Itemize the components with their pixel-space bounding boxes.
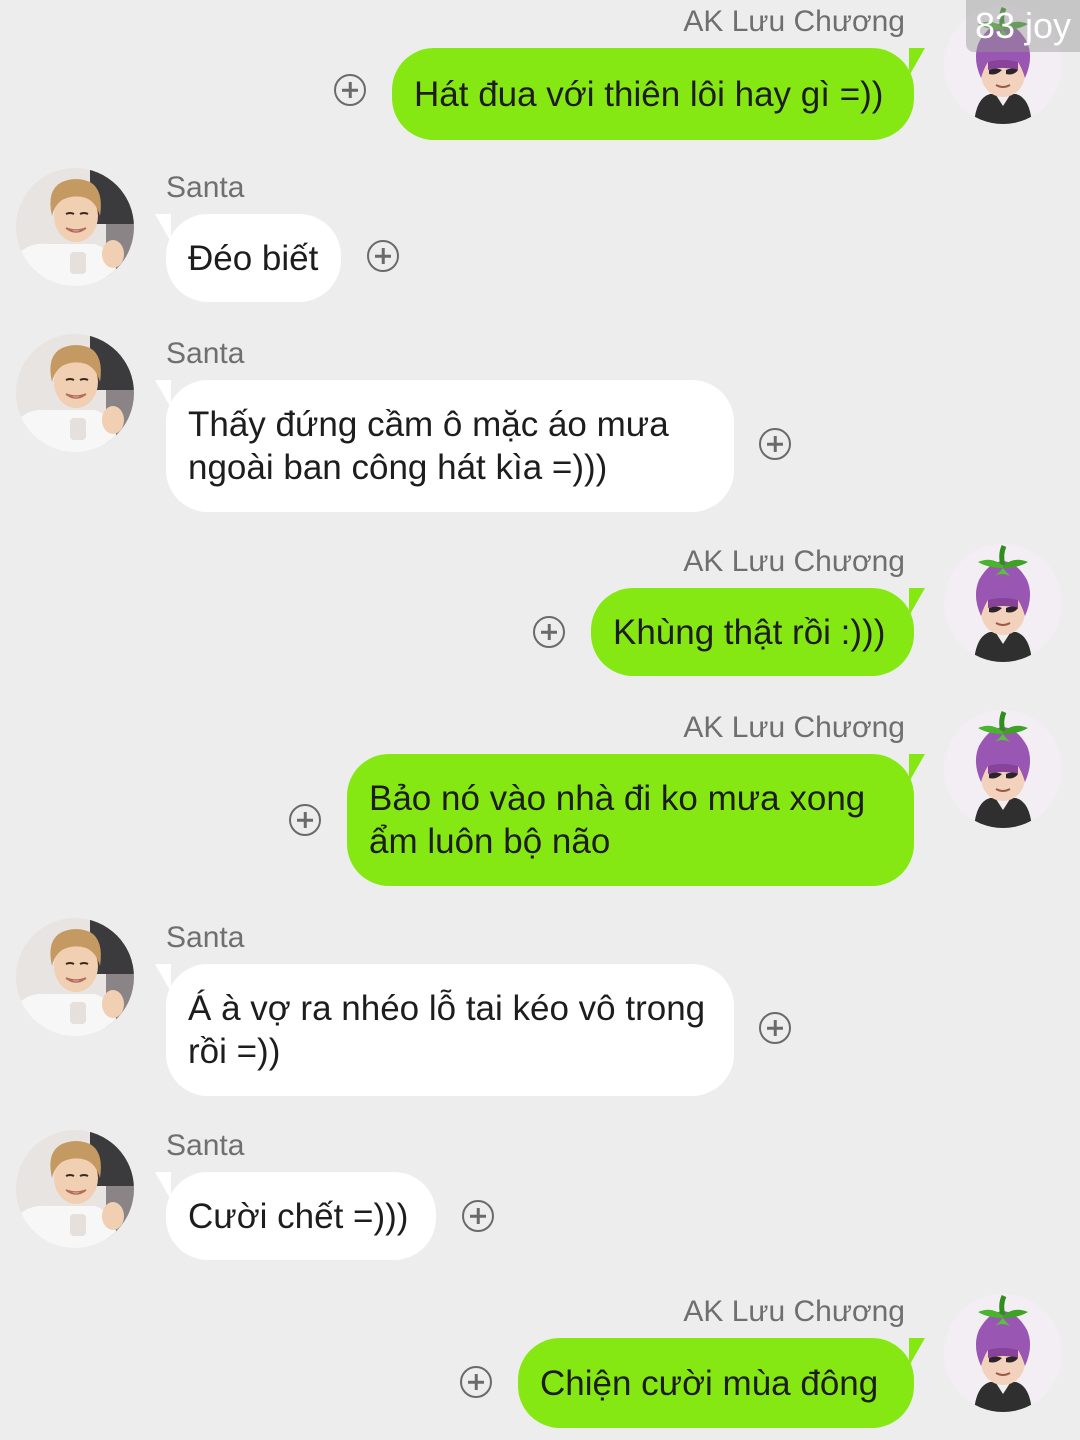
add-reaction-icon[interactable] xyxy=(533,616,565,648)
message-text: Á à vợ ra nhéo lỗ tai kéo vô trong rồi =… xyxy=(188,989,706,1071)
message-bubble[interactable]: Khùng thật rồi :))) xyxy=(591,588,925,676)
message-row: AK Lưu Chương Hát đua với thiên lôi hay … xyxy=(0,4,1080,144)
avatar[interactable] xyxy=(944,710,1062,828)
message-text: Cười chết =))) xyxy=(188,1196,409,1236)
sender-name: Santa xyxy=(166,171,245,204)
message-text: Hát đua với thiên lôi hay gì =)) xyxy=(414,74,884,114)
avatar[interactable] xyxy=(16,168,134,286)
message-text: Bảo nó vào nhà đi ko mưa xong ẩm luôn bộ… xyxy=(369,779,866,861)
sender-name: AK Lưu Chương xyxy=(683,711,905,744)
avatar[interactable] xyxy=(944,1294,1062,1412)
sender-name: AK Lưu Chương xyxy=(683,545,905,578)
message-text: Chiện cười mùa đông xyxy=(540,1363,879,1403)
sender-name: Santa xyxy=(166,921,245,954)
add-reaction-icon[interactable] xyxy=(759,428,791,460)
message-bubble[interactable]: Thấy đứng cầm ô mặc áo mưa ngoài ban côn… xyxy=(155,380,734,512)
message-row: Santa Thấy đứng cầm ô mặc áo mưa ngoài b… xyxy=(0,336,1080,516)
message-bubble[interactable]: Chiện cười mùa đông xyxy=(518,1338,925,1428)
message-row: Santa Đéo biết xyxy=(0,170,1080,310)
message-row: Santa Cười chết =))) xyxy=(0,1128,1080,1268)
add-reaction-icon[interactable] xyxy=(289,804,321,836)
message-row: Santa Á à vợ ra nhéo lỗ tai kéo vô trong… xyxy=(0,920,1080,1100)
add-reaction-icon[interactable] xyxy=(759,1012,791,1044)
message-row: AK Lưu Chương Bảo nó vào nhà đi ko mưa x… xyxy=(0,710,1080,890)
sender-name: Santa xyxy=(166,1129,245,1162)
watermark: 83 joy xyxy=(966,0,1080,52)
message-text: Khùng thật rồi :))) xyxy=(613,612,886,652)
message-row: AK Lưu Chương Khùng thật rồi :))) xyxy=(0,544,1080,684)
add-reaction-icon[interactable] xyxy=(460,1366,492,1398)
avatar[interactable] xyxy=(944,544,1062,662)
message-bubble[interactable]: Hát đua với thiên lôi hay gì =)) xyxy=(392,48,925,140)
message-row: AK Lưu Chương Chiện cười mùa đông xyxy=(0,1294,1080,1434)
message-bubble[interactable]: Bảo nó vào nhà đi ko mưa xong ẩm luôn bộ… xyxy=(347,754,925,886)
add-reaction-icon[interactable] xyxy=(462,1200,494,1232)
add-reaction-icon[interactable] xyxy=(334,74,366,106)
sender-name: AK Lưu Chương xyxy=(683,1295,905,1328)
sender-name: AK Lưu Chương xyxy=(683,5,905,38)
add-reaction-icon[interactable] xyxy=(367,240,399,272)
avatar[interactable] xyxy=(16,1130,134,1248)
message-bubble[interactable]: Cười chết =))) xyxy=(155,1172,436,1260)
message-bubble[interactable]: Á à vợ ra nhéo lỗ tai kéo vô trong rồi =… xyxy=(155,964,734,1096)
avatar[interactable] xyxy=(16,918,134,1036)
avatar[interactable] xyxy=(16,334,134,452)
message-text: Thấy đứng cầm ô mặc áo mưa ngoài ban côn… xyxy=(188,405,669,487)
message-text: Đéo biết xyxy=(188,238,319,278)
message-bubble[interactable]: Đéo biết xyxy=(155,214,341,302)
sender-name: Santa xyxy=(166,337,245,370)
